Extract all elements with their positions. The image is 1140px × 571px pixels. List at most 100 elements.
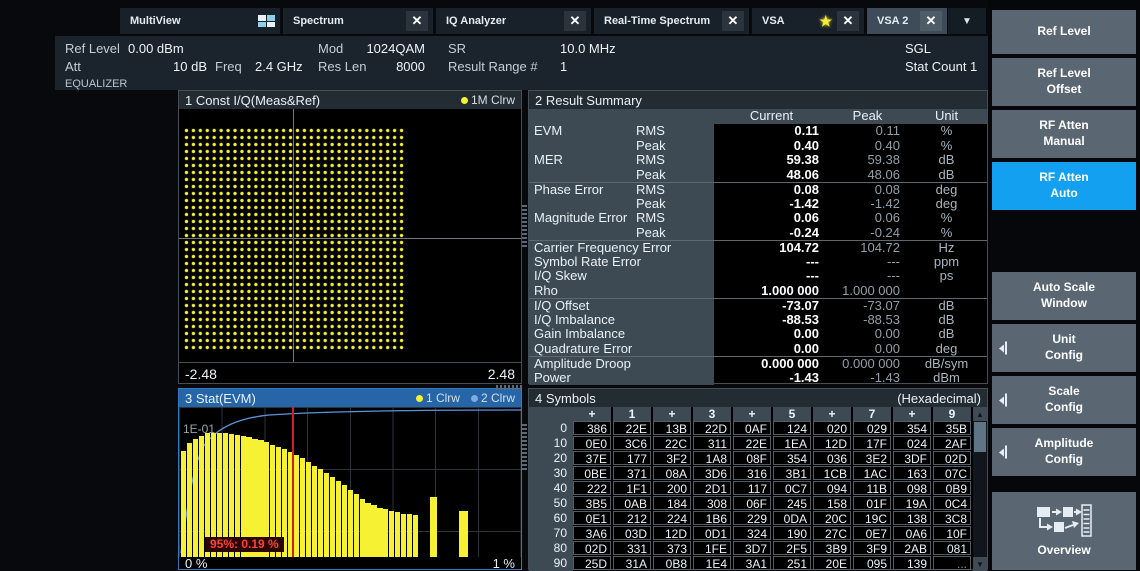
symbol-cell: 0AB [613,496,651,510]
softkey-amplitude-config[interactable]: AmplitudeConfig [992,428,1136,476]
histogram-bar [342,485,347,557]
tab-spectrum[interactable]: Spectrum✕ [283,8,433,34]
symbols-scrollbar[interactable]: ▲ ▼ [973,407,987,571]
symbol-cell: 3C6 [613,436,651,450]
close-icon[interactable]: ✕ [564,11,586,31]
close-icon[interactable]: ✕ [837,11,859,31]
tab-vsa[interactable]: VSA★✕ [752,8,864,34]
symbol-cell: 098 [893,481,931,495]
sr-field[interactable]: SR 10.0 MHz [448,40,466,58]
mod-field[interactable]: Mod 1024QAM [318,40,343,58]
overview-flow-icon [1036,504,1092,538]
symbol-cell: 02D [933,451,971,465]
histogram-bar [354,494,359,557]
window-title: 2 Result Summary [535,93,642,108]
softkey-label: Auto [1050,186,1077,202]
window-stat-evm-titlebar[interactable]: 3 Stat(EVM) 1 Clrw 2 Clrw [179,389,521,407]
symbol-cell: 2AF [933,436,971,450]
tab-label: MultiView [130,15,181,27]
softkey-scale-config[interactable]: ScaleConfig [992,376,1136,424]
symbols-row-40: 402221F12002D11170C709411B0980B9 [529,481,987,496]
symbol-cell: 190 [773,526,811,540]
symbol-cell: 158 [813,496,851,510]
softkey-rf-atten-manual[interactable]: RF AttenManual [992,110,1136,158]
result-row-symbol-rate-error: Symbol Rate Error------ppm [529,255,987,270]
symbol-cell: 1EA [773,436,811,450]
tab-real-time-spectrum[interactable]: Real-Time Spectrum ✕ [594,8,749,34]
result-range-field[interactable]: Result Range # 1 [448,58,538,76]
symbol-cell: 373 [653,541,691,555]
constellation-plot [179,109,521,363]
scrollbar-thumb[interactable] [974,422,986,452]
histogram-bar [371,505,376,557]
symbol-cell: 212 [613,511,651,525]
multiview-grid-icon [258,15,275,27]
window-symbols-titlebar[interactable]: 4 Symbols (Hexadecimal) [529,389,987,407]
softkey-ref-level-offset[interactable]: Ref LevelOffset [992,58,1136,106]
result-row-rho: Rho1.000 0001.000 000 [529,284,987,299]
y-ref-label: 1E-01 [183,422,215,436]
window-result-summary-titlebar[interactable]: 2 Result Summary [529,91,987,109]
softkey-ref-level[interactable]: Ref Level [992,10,1136,54]
tab-vsa-2[interactable]: VSA 2✕ [867,8,947,34]
sweep-mode-sgl[interactable]: SGL [905,40,931,58]
percentile-marker-line[interactable] [292,407,294,557]
histogram-bar [413,515,418,557]
window-result-summary: 2 Result Summary Current Peak Unit EVMRM… [528,90,988,384]
symbol-cell: 3D6 [693,466,731,480]
window-constellation-titlebar[interactable]: 1 Const I/Q(Meas&Ref) 1M Clrw [179,91,521,109]
equalizer-label: EQUALIZER [65,75,127,93]
splitter-handle-vertical-top[interactable] [522,205,527,249]
tab-label: IQ Analyzer [446,15,506,27]
symbol-cell: 3A1 [733,556,771,570]
symbol-cell: 029 [853,421,891,435]
symbols-row-20: 2037E1773F21A808F3540363E23DF02D [529,451,987,466]
symbol-cell: 200 [653,481,691,495]
window-constellation: 1 Const I/Q(Meas&Ref) 1M Clrw -2.48 2.48 [178,90,522,384]
symbol-cell: ... [933,556,971,570]
symbol-cell: 1E4 [693,556,731,570]
softkey-overview[interactable]: Overview [992,492,1136,570]
softkey-unit-config[interactable]: UnitConfig [992,324,1136,372]
tab-iq-analyzer[interactable]: IQ Analyzer ✕ [436,8,591,34]
scroll-down-icon[interactable]: ▼ [973,557,987,571]
splitter-handle-horizontal[interactable] [496,385,522,390]
symbols-format-note: (Hexadecimal) [897,391,981,406]
softkey-auto-scale-window[interactable]: Auto ScaleWindow [992,272,1136,320]
tab-label: Real-Time Spectrum [604,15,710,27]
window-symbols: 4 Symbols (Hexadecimal) +1+3+5+7+9038622… [528,388,988,570]
stat-count-field[interactable]: Stat Count 1 [905,58,977,76]
trace2-dot-icon [471,395,478,402]
ref-level-field[interactable]: Ref Level 0.00 dBm [65,40,120,58]
evm-x-axis: 0 % 1 % [179,557,521,570]
submenu-arrow-icon [999,342,1007,355]
freq-field[interactable]: Freq 2.4 GHz [215,58,242,76]
symbol-cell: 316 [733,466,771,480]
symbol-cell: 094 [813,481,851,495]
softkey-label: Scale [1048,384,1079,400]
symbols-table-area: +1+3+5+7+9038622E13B22D0AF12402002935435… [529,407,987,571]
histogram-bar [389,511,394,558]
softkey-rf-atten-auto[interactable]: RF AttenAuto [992,162,1136,210]
tab-overflow-button[interactable]: ▼ [948,8,986,34]
splitter-handle-vertical-bottom[interactable] [522,424,527,472]
result-row-amplitude-droop: Amplitude Droop0.000 0000.000 000dB/sym [529,356,987,371]
tab-multiview[interactable]: MultiView [120,8,280,34]
symbol-cell: 139 [893,556,931,570]
scroll-up-icon[interactable]: ▲ [973,407,987,421]
close-icon[interactable]: ✕ [722,11,744,31]
symbol-cell: 0B8 [653,556,691,570]
vsa-application: MultiViewSpectrum✕IQ Analyzer✕Real-Time … [0,0,1140,570]
symbol-cell: 07C [933,466,971,480]
att-field[interactable]: Att 10 dB [65,58,81,76]
row-index: 10 [529,436,573,451]
close-icon[interactable]: ✕ [920,11,942,31]
symbols-row-80: 8002D3313731FE3D72F53B93F92AB081 [529,541,987,556]
symbol-cell: 22D [693,421,731,435]
symbol-cell: 0BE [573,466,611,480]
submenu-arrow-icon [999,446,1007,459]
histogram-bar [336,481,341,558]
res-len-field[interactable]: Res Len 8000 [318,58,366,76]
result-row-power: Power-1.43-1.43dBm [529,371,987,386]
close-icon[interactable]: ✕ [406,11,428,31]
